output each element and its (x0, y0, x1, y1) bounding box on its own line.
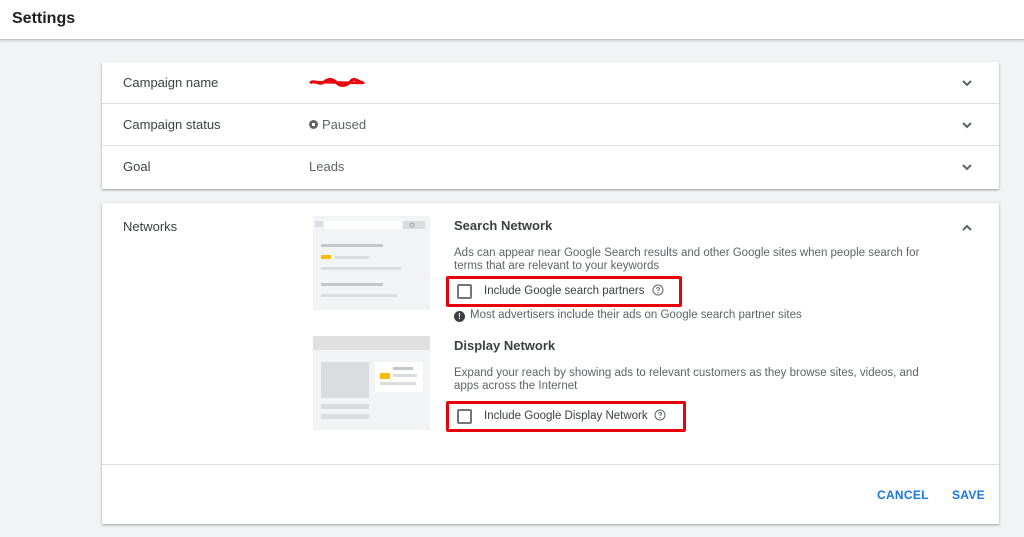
search-network-description: Ads can appear near Google Search result… (454, 247, 920, 272)
redacted-campaign-name (309, 78, 365, 87)
cancel-button[interactable]: CANCEL (877, 488, 929, 502)
search-partners-info-text: Most advertisers include their ads on Go… (470, 309, 802, 321)
save-button[interactable]: SAVE (952, 488, 985, 502)
help-circle-icon[interactable] (654, 409, 666, 421)
status-text: Paused (322, 117, 367, 132)
campaign-summary-card: Campaign name Campaign status Paused Goa… (102, 62, 999, 189)
goal-value: Leads (309, 159, 345, 174)
search-partners-info: ! Most advertisers include their ads on G… (454, 309, 802, 322)
campaign-status-row[interactable]: Campaign status Paused (102, 104, 999, 146)
goal-row[interactable]: Goal Leads (102, 146, 999, 188)
campaign-name-row[interactable]: Campaign name (102, 62, 999, 104)
search-network-illustration (313, 216, 430, 310)
info-icon: ! (454, 311, 465, 322)
display-network-description: Expand your reach by showing ads to rele… (454, 367, 919, 392)
search-partners-label: Include Google search partners (484, 285, 645, 297)
help-circle-icon[interactable] (652, 284, 664, 296)
actions-divider (102, 464, 999, 465)
campaign-status-value: Paused (309, 117, 366, 132)
chevron-down-icon[interactable] (959, 117, 975, 133)
campaign-name-label: Campaign name (123, 75, 219, 90)
campaign-status-label: Campaign status (123, 117, 221, 132)
display-network-title: Display Network (454, 338, 556, 353)
networks-card: Networks Search Network Ads can appear n… (102, 203, 999, 524)
chevron-down-icon[interactable] (959, 159, 975, 175)
goal-label: Goal (123, 159, 151, 174)
paused-status-icon (309, 120, 318, 129)
chevron-up-icon[interactable] (959, 220, 975, 236)
display-network-illustration (313, 336, 430, 430)
display-network-checkbox-row[interactable]: Include Google Display Network (446, 403, 686, 431)
networks-label: Networks (123, 219, 178, 234)
search-partners-checkbox-row[interactable]: Include Google search partners (446, 278, 682, 306)
search-partners-checkbox[interactable] (457, 284, 472, 299)
page-title: Settings (12, 10, 76, 27)
chevron-down-icon[interactable] (959, 75, 975, 91)
search-network-title: Search Network (454, 218, 553, 233)
display-network-label: Include Google Display Network (484, 410, 648, 422)
display-network-checkbox[interactable] (457, 409, 472, 424)
top-bar: Settings (0, 0, 1024, 40)
